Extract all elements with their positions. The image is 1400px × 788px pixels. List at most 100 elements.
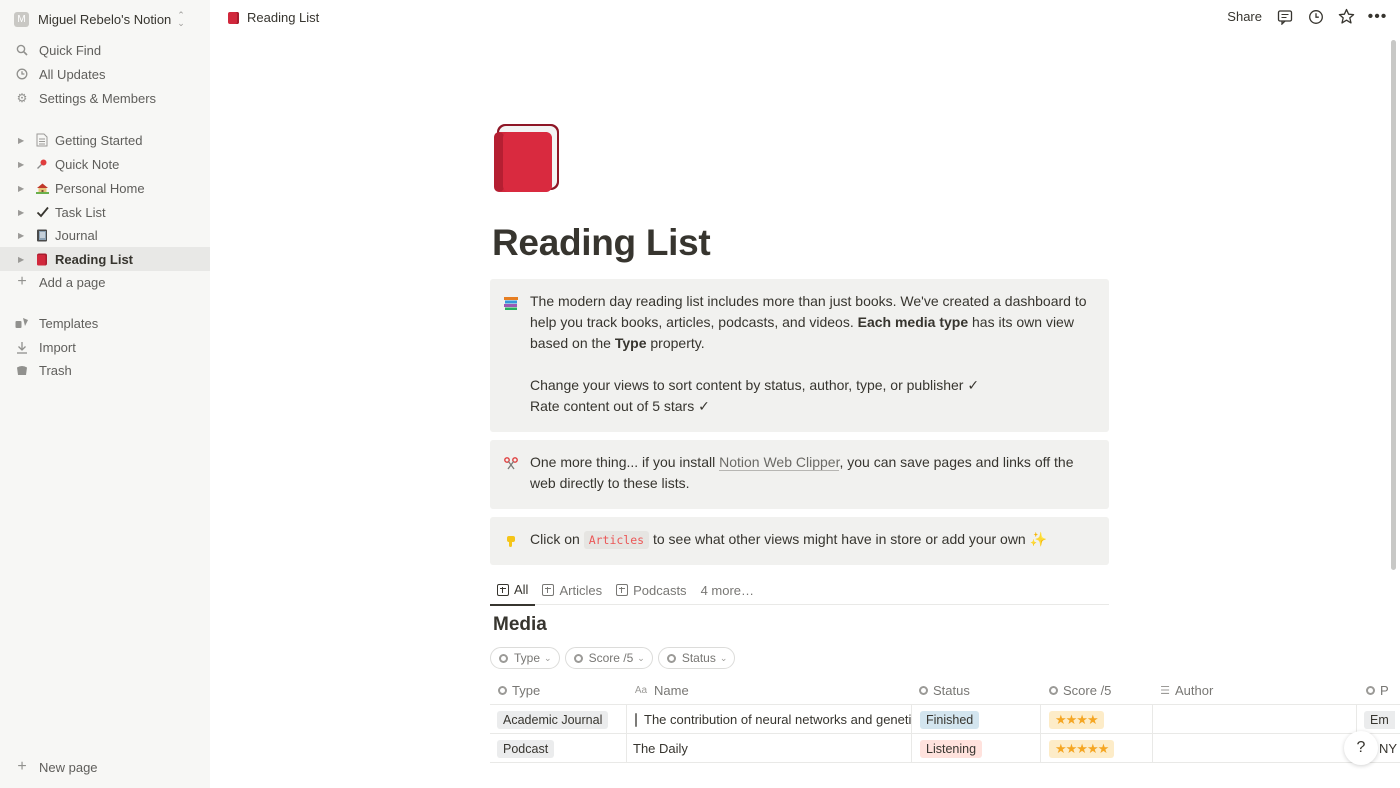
- breadcrumb[interactable]: Reading List: [228, 10, 319, 25]
- sidebar-item-label: Reading List: [55, 251, 134, 267]
- import-icon: [15, 340, 29, 354]
- topbar: Reading List Share •••: [210, 0, 1400, 36]
- callout-views-tip-text: Click on Articles to see what other view…: [530, 529, 1095, 551]
- column-label: Type: [512, 683, 541, 698]
- cell-status[interactable]: Listening: [912, 734, 1041, 763]
- sidebar-item-import[interactable]: Import: [0, 335, 210, 359]
- cell-score[interactable]: ★★★★★: [1041, 734, 1153, 763]
- scrollbar[interactable]: [1391, 40, 1396, 570]
- column-header-score[interactable]: Score /5: [1049, 676, 1149, 705]
- database-title[interactable]: Media: [493, 614, 547, 636]
- workspace-avatar: M: [14, 11, 29, 27]
- sidebar-item-trash[interactable]: Trash: [0, 358, 210, 382]
- tab-articles[interactable]: Articles: [535, 575, 609, 605]
- checkmark-icon: [34, 204, 50, 220]
- filter-score[interactable]: Score /5 ⌄: [564, 647, 653, 669]
- sidebar-item-quick-note[interactable]: ▶ Quick Note: [0, 152, 210, 176]
- sidebar-item-task-list[interactable]: ▶ Task List: [0, 200, 210, 224]
- pointing-down-icon: [503, 533, 519, 549]
- tab-podcasts[interactable]: Podcasts: [609, 575, 693, 605]
- help-button[interactable]: ?: [1344, 731, 1378, 765]
- new-page-label: New page: [39, 759, 98, 775]
- tab-more-views[interactable]: 4 more…: [694, 575, 761, 605]
- expand-triangle-icon[interactable]: ▶: [18, 208, 26, 217]
- plus-icon: +: [17, 273, 27, 290]
- callout-views-tip[interactable]: Click on Articles to see what other view…: [490, 517, 1109, 565]
- sidebar-item-quick-find[interactable]: Quick Find: [0, 38, 210, 62]
- select-property-icon: [1366, 686, 1375, 695]
- expand-triangle-icon[interactable]: ▶: [18, 136, 26, 145]
- bold-text: Type: [614, 335, 647, 351]
- workspace-switcher[interactable]: M Miguel Rebelo's Notion ⌃ ⌄: [14, 10, 185, 28]
- publisher-tag: Em: [1364, 710, 1395, 729]
- cell-score[interactable]: ★★★★: [1041, 705, 1153, 734]
- filter-type[interactable]: Type ⌄: [490, 647, 560, 669]
- breadcrumb-label: Reading List: [247, 10, 320, 25]
- more-dots-icon[interactable]: •••: [1368, 8, 1387, 25]
- add-page-button[interactable]: + Add a page: [0, 270, 210, 294]
- cell-name[interactable]: The contribution of neural networks and …: [627, 705, 912, 734]
- templates-icon: [15, 316, 29, 330]
- callout-intro-paragraph: The modern day reading list includes mor…: [530, 291, 1095, 354]
- gear-icon: ⚙: [16, 91, 28, 105]
- books-icon: [503, 295, 519, 311]
- sidebar-item-label: Personal Home: [55, 180, 145, 196]
- cell-author[interactable]: [1153, 734, 1357, 763]
- history-clock-icon[interactable]: [1307, 8, 1324, 25]
- sidebar-item-reading-list[interactable]: ▶ Reading List: [0, 247, 210, 271]
- plus-icon: +: [17, 758, 27, 775]
- type-tag: Academic Journal: [497, 710, 609, 729]
- expand-triangle-icon[interactable]: ▶: [18, 160, 26, 169]
- type-tag: Podcast: [497, 739, 555, 758]
- page-icon-red-book[interactable]: [493, 122, 561, 194]
- column-header-name[interactable]: Aa Name: [633, 676, 913, 705]
- web-clipper-link[interactable]: Notion Web Clipper: [719, 454, 840, 471]
- sidebar-item-label: Import: [39, 339, 76, 355]
- sidebar-item-all-updates[interactable]: All Updates: [0, 62, 210, 86]
- page-title[interactable]: Reading List: [492, 222, 711, 264]
- share-button[interactable]: Share: [1227, 9, 1262, 24]
- new-page-button[interactable]: + New page: [0, 755, 210, 779]
- sidebar-item-getting-started[interactable]: ▶ Getting Started: [0, 128, 210, 152]
- expand-triangle-icon[interactable]: ▶: [18, 184, 26, 193]
- comment-icon[interactable]: [1276, 8, 1293, 25]
- filter-label: Status: [681, 651, 716, 665]
- cell-status[interactable]: Finished: [912, 705, 1041, 734]
- column-header-author[interactable]: ☰ Author: [1160, 676, 1340, 705]
- sparkles-icon: ✨: [1029, 531, 1048, 547]
- tab-label: All: [514, 582, 529, 597]
- text-span: to see what other views might have in st…: [649, 531, 1026, 547]
- sidebar-item-settings[interactable]: ⚙ Settings & Members: [0, 86, 210, 110]
- column-label: Score /5: [1063, 683, 1112, 698]
- tab-all[interactable]: All: [490, 575, 536, 606]
- column-header-type[interactable]: Type: [498, 676, 628, 705]
- cell-type[interactable]: Podcast: [490, 734, 627, 763]
- text-property-icon: Aa: [634, 685, 648, 696]
- sidebar-item-personal-home[interactable]: ▶ Personal Home: [0, 176, 210, 200]
- table-header: Type Aa Name Status Score /5 ☰ Author P: [490, 676, 1400, 705]
- cell-type[interactable]: Academic Journal: [490, 705, 627, 734]
- sidebar-item-templates[interactable]: Templates: [0, 311, 210, 335]
- column-header-status[interactable]: Status: [919, 676, 1039, 705]
- document-icon: [34, 132, 50, 148]
- text-span: One more thing... if you install: [530, 454, 720, 470]
- sidebar-item-journal[interactable]: ▶ Journal: [0, 223, 210, 247]
- column-header-publisher[interactable]: P: [1366, 676, 1390, 705]
- cell-name[interactable]: The Daily: [627, 734, 912, 763]
- select-property-icon: [498, 686, 507, 695]
- select-property-icon: [499, 653, 508, 663]
- filter-status[interactable]: Status ⌄: [657, 647, 736, 669]
- notebook-icon: [34, 227, 50, 243]
- callout-web-clipper[interactable]: One more thing... if you install Notion …: [490, 440, 1109, 509]
- status-tag: Listening: [920, 739, 983, 758]
- table-row[interactable]: Academic Journal The contribution of neu…: [490, 705, 1400, 734]
- table-row[interactable]: Podcast The Daily Listening ★★★★★ NY: [490, 734, 1400, 763]
- expand-triangle-icon[interactable]: ▶: [18, 255, 26, 264]
- star-icon[interactable]: [1338, 8, 1355, 25]
- expand-triangle-icon[interactable]: ▶: [18, 231, 26, 240]
- callout-intro[interactable]: The modern day reading list includes mor…: [490, 279, 1109, 432]
- cell-publisher[interactable]: Em: [1357, 705, 1400, 734]
- clock-icon: [15, 67, 29, 81]
- text-span: property.: [646, 335, 705, 351]
- cell-author[interactable]: [1153, 705, 1357, 734]
